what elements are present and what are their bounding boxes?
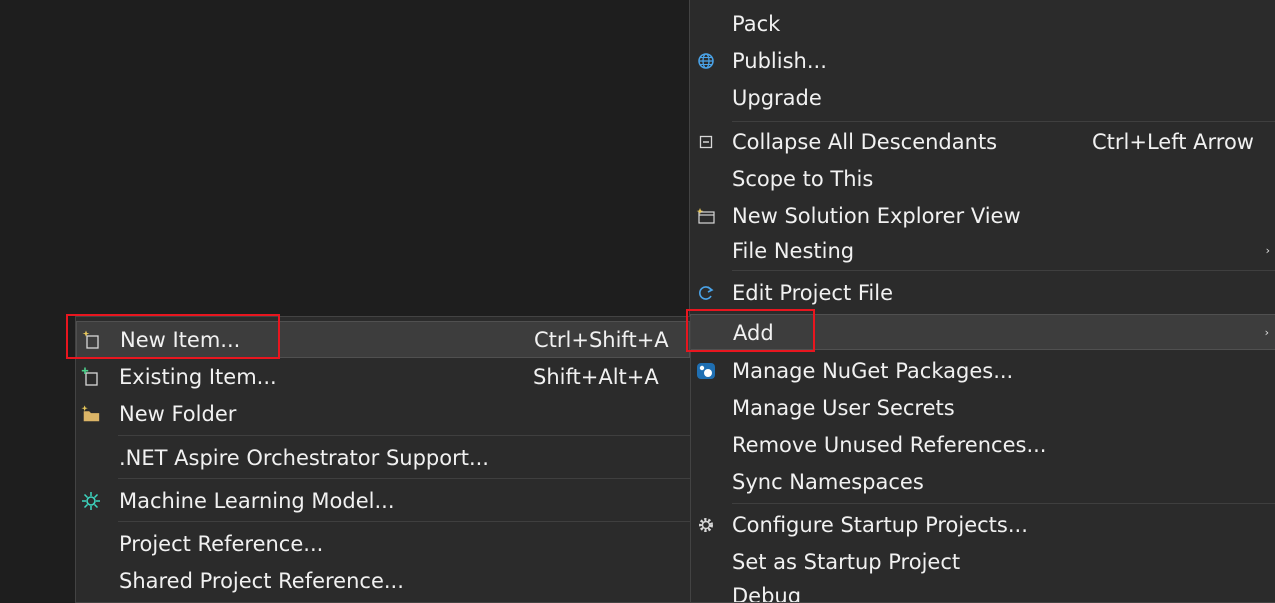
menu-item-label: Publish... bbox=[732, 49, 827, 73]
submenu-item-machine-learning-model[interactable]: Machine Learning Model... bbox=[76, 483, 690, 519]
menu-item-collapse-all-descendants[interactable]: Collapse All Descendants Ctrl+Left Arrow bbox=[690, 124, 1275, 160]
menu-item-pack[interactable]: Pack bbox=[690, 6, 1275, 42]
menu-item-label: Set as Startup Project bbox=[732, 550, 961, 574]
submenu-item-new-item[interactable]: New Item... Ctrl+Shift+A bbox=[76, 321, 690, 358]
submenu-item-aspire-orchestrator-support[interactable]: .NET Aspire Orchestrator Support... bbox=[76, 440, 690, 476]
existing-item-icon bbox=[81, 367, 101, 387]
menu-item-label: New Folder bbox=[119, 402, 237, 426]
add-submenu: New Item... Ctrl+Shift+A Existing Item..… bbox=[75, 316, 691, 603]
menu-item-label: New Item... bbox=[120, 328, 241, 352]
menu-separator bbox=[732, 503, 1275, 504]
submenu-arrow-icon: › bbox=[1264, 326, 1269, 339]
menu-item-label: Collapse All Descendants bbox=[732, 130, 998, 154]
collapse-icon bbox=[696, 132, 716, 152]
menu-item-label: Debug bbox=[732, 584, 802, 603]
menu-item-file-nesting[interactable]: File Nesting › bbox=[690, 233, 1275, 269]
menu-item-manage-nuget-packages[interactable]: Manage NuGet Packages... bbox=[690, 353, 1275, 389]
menu-item-set-as-startup-project[interactable]: Set as Startup Project bbox=[690, 544, 1275, 580]
menu-item-remove-unused-references[interactable]: Remove Unused References... bbox=[690, 427, 1275, 463]
menu-separator bbox=[118, 521, 690, 522]
menu-item-label: File Nesting bbox=[732, 239, 855, 263]
gear-icon bbox=[696, 515, 716, 535]
menu-separator bbox=[732, 121, 1275, 122]
menu-item-configure-startup-projects[interactable]: Configure Startup Projects... bbox=[690, 507, 1275, 543]
menu-separator bbox=[118, 435, 690, 436]
menu-separator bbox=[118, 478, 690, 479]
new-item-icon bbox=[82, 330, 102, 350]
submenu-item-existing-item[interactable]: Existing Item... Shift+Alt+A bbox=[76, 359, 690, 395]
menu-item-debug[interactable]: Debug bbox=[690, 578, 1275, 603]
menu-item-label: Project Reference... bbox=[119, 532, 324, 556]
menu-item-add[interactable]: Add › bbox=[690, 314, 1275, 350]
menu-item-manage-user-secrets[interactable]: Manage User Secrets bbox=[690, 390, 1275, 426]
menu-item-sync-namespaces[interactable]: Sync Namespaces bbox=[690, 464, 1275, 500]
menu-item-publish[interactable]: Publish... bbox=[690, 43, 1275, 79]
submenu-item-new-folder[interactable]: New Folder bbox=[76, 396, 690, 432]
menu-item-edit-project-file[interactable]: Edit Project File bbox=[690, 275, 1275, 311]
menu-item-label: Add bbox=[733, 321, 774, 345]
menu-item-label: Existing Item... bbox=[119, 365, 277, 389]
menu-item-label: Configure Startup Projects... bbox=[732, 513, 1028, 537]
new-folder-icon bbox=[81, 404, 101, 424]
menu-item-label: Manage User Secrets bbox=[732, 396, 955, 420]
menu-item-label: Sync Namespaces bbox=[732, 470, 924, 494]
menu-item-label: Manage NuGet Packages... bbox=[732, 359, 1014, 383]
menu-separator bbox=[732, 270, 1275, 271]
submenu-item-project-reference[interactable]: Project Reference... bbox=[76, 526, 690, 562]
menu-item-shortcut: Ctrl+Left Arrow bbox=[1092, 130, 1254, 154]
submenu-item-shared-project-reference[interactable]: Shared Project Reference... bbox=[76, 563, 690, 599]
menu-item-label: .NET Aspire Orchestrator Support... bbox=[119, 446, 489, 470]
menu-item-upgrade[interactable]: Upgrade bbox=[690, 80, 1275, 116]
machine-learning-icon bbox=[81, 491, 101, 511]
menu-item-scope-to-this[interactable]: Scope to This bbox=[690, 161, 1275, 197]
menu-item-label: Upgrade bbox=[732, 86, 822, 110]
menu-item-label: Machine Learning Model... bbox=[119, 489, 395, 513]
menu-item-label: Shared Project Reference... bbox=[119, 569, 404, 593]
menu-item-shortcut: Ctrl+Shift+A bbox=[534, 328, 669, 352]
new-window-icon bbox=[696, 206, 716, 226]
menu-item-label: Scope to This bbox=[732, 167, 874, 191]
menu-item-shortcut: Shift+Alt+A bbox=[533, 365, 659, 389]
menu-item-label: Remove Unused References... bbox=[732, 433, 1047, 457]
project-context-menu: Pack Publish... Upgrade Collapse All Des… bbox=[689, 0, 1275, 603]
nuget-icon bbox=[696, 361, 716, 381]
edit-arrow-icon bbox=[696, 283, 716, 303]
menu-item-label: Edit Project File bbox=[732, 281, 894, 305]
menu-item-label: Pack bbox=[732, 12, 781, 36]
globe-icon bbox=[696, 51, 716, 71]
submenu-arrow-icon: › bbox=[1265, 244, 1270, 257]
menu-item-label: New Solution Explorer View bbox=[732, 204, 1021, 228]
menu-item-new-solution-explorer-view[interactable]: New Solution Explorer View bbox=[690, 198, 1275, 234]
